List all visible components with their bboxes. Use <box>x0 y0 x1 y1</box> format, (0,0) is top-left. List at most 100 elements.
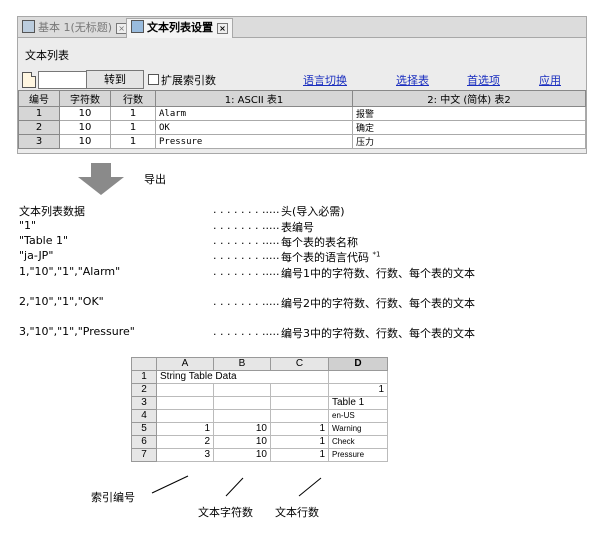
sheet-row: 6 2 10 1 Check <box>131 435 388 449</box>
spreadsheet: A B C D 1 String Table Data 2 1 3 Table … <box>131 357 388 462</box>
sheet-row: 4 en-US <box>131 409 388 423</box>
char-count-cell[interactable]: 10 <box>59 134 111 149</box>
cell-c2[interactable] <box>270 383 329 397</box>
column-header-d[interactable]: D <box>328 357 388 371</box>
cell-b3[interactable] <box>213 396 271 410</box>
line-count-cell[interactable]: 1 <box>110 134 156 149</box>
cell-d2[interactable]: 1 <box>328 383 388 397</box>
table2-text-cell[interactable]: 压力 <box>352 134 586 149</box>
cell-b7[interactable]: 10 <box>213 448 271 462</box>
corner-cell[interactable] <box>131 357 157 371</box>
cell-b4[interactable] <box>213 409 271 423</box>
export-line-dots: . . . . . . . ..... <box>213 219 280 232</box>
export-line-dots: . . . . . . . ..... <box>213 265 280 278</box>
sheet-header-row: A B C D <box>131 357 388 371</box>
table1-text-cell[interactable]: Pressure <box>155 134 353 149</box>
export-line-desc: 编号1中的字符数、行数、每个表的文本 <box>281 267 475 280</box>
table2-text-cell[interactable]: 确定 <box>352 120 586 135</box>
cell-d5[interactable]: Warning <box>328 422 388 436</box>
cell-c7[interactable]: 1 <box>270 448 329 462</box>
row-number[interactable]: 1 <box>18 106 60 121</box>
column-header-number[interactable]: 编号 <box>18 90 60 107</box>
column-header-a[interactable]: A <box>156 357 214 371</box>
cell-a2[interactable] <box>156 383 214 397</box>
cell-a6[interactable]: 2 <box>156 435 214 449</box>
footnote-marker: *1 <box>372 250 381 259</box>
row-header[interactable]: 2 <box>131 383 157 397</box>
preferences-link[interactable]: 首选项 <box>467 72 500 88</box>
column-header-char-count[interactable]: 字符数 <box>59 90 111 107</box>
sheet-row: 2 1 <box>131 383 388 397</box>
row-header[interactable]: 7 <box>131 448 157 462</box>
char-count-cell[interactable]: 10 <box>59 120 111 135</box>
export-line-desc: 表编号 <box>281 221 314 234</box>
table2-text-cell[interactable]: 报警 <box>352 106 586 121</box>
apply-link[interactable]: 应用 <box>539 72 561 88</box>
export-line-text: "1" <box>19 219 37 232</box>
export-line-text: 3,"10","1","Pressure" <box>19 325 135 338</box>
column-header-b[interactable]: B <box>213 357 271 371</box>
export-line-desc: 头(导入必需) <box>281 205 345 218</box>
cell-d7[interactable]: Pressure <box>328 448 388 462</box>
grid-header-row: 编号 字符数 行数 1: ASCII 表1 2: 中文 (简体) 表2 <box>18 90 586 107</box>
cell-b6[interactable]: 10 <box>213 435 271 449</box>
row-header[interactable]: 3 <box>131 396 157 410</box>
export-line-dots: . . . . . . . ..... <box>213 234 280 247</box>
goto-button[interactable]: 转到 <box>86 70 144 89</box>
export-line-dots: . . . . . . . ..... <box>213 249 280 262</box>
column-header-table1[interactable]: 1: ASCII 表1 <box>155 90 353 107</box>
close-icon[interactable]: × <box>217 23 228 34</box>
line-count-cell[interactable]: 1 <box>110 106 156 121</box>
select-table-link[interactable]: 选择表 <box>396 72 429 88</box>
index-number-annotation: 索引编号 <box>91 491 135 504</box>
cell-a5[interactable]: 1 <box>156 422 214 436</box>
tab-text-list-settings[interactable]: 文本列表设置 × <box>126 18 233 38</box>
cell-d3[interactable]: Table 1 <box>328 396 388 410</box>
document-icon[interactable] <box>22 72 36 88</box>
tab-basic-1[interactable]: 基本 1(无标题) × <box>22 19 128 36</box>
export-line-text: 2,"10","1","OK" <box>19 295 104 308</box>
tab-bar: 基本 1(无标题) × 文本列表设置 × <box>18 17 586 38</box>
export-line-desc-text: 每个表的语言代码 <box>281 251 369 264</box>
export-line-text: "Table 1" <box>19 234 69 247</box>
cell-c5[interactable]: 1 <box>270 422 329 436</box>
expand-index-checkbox[interactable] <box>148 74 159 85</box>
row-header[interactable]: 4 <box>131 409 157 423</box>
cell-c4[interactable] <box>270 409 329 423</box>
cell-d4[interactable]: en-US <box>328 409 388 423</box>
line-count-annotation: 文本行数 <box>275 506 319 519</box>
export-line-desc: 编号2中的字符数、行数、每个表的文本 <box>281 297 475 310</box>
table1-text-cell[interactable]: Alarm <box>155 106 353 121</box>
cell-a1[interactable]: String Table Data <box>156 370 329 384</box>
row-number[interactable]: 2 <box>18 120 60 135</box>
line-count-cell[interactable]: 1 <box>110 120 156 135</box>
table-row[interactable]: 1 10 1 Alarm 报警 <box>18 106 586 121</box>
row-header[interactable]: 1 <box>131 370 157 384</box>
cell-d6[interactable]: Check <box>328 435 388 449</box>
row-number[interactable]: 3 <box>18 134 60 149</box>
cell-c3[interactable] <box>270 396 329 410</box>
cell-b5[interactable]: 10 <box>213 422 271 436</box>
screen-icon <box>22 20 35 33</box>
char-count-callout-line <box>225 477 244 497</box>
cell-a4[interactable] <box>156 409 214 423</box>
column-header-line-count[interactable]: 行数 <box>110 90 156 107</box>
cell-d1[interactable] <box>328 370 388 384</box>
cell-a7[interactable]: 3 <box>156 448 214 462</box>
language-switch-link[interactable]: 语言切换 <box>303 72 347 88</box>
cell-b2[interactable] <box>213 383 271 397</box>
table-row[interactable]: 2 10 1 OK 确定 <box>18 120 586 135</box>
export-line-dots: . . . . . . . ..... <box>213 325 280 338</box>
export-line-text: 文本列表数据 <box>19 205 85 218</box>
cell-a3[interactable] <box>156 396 214 410</box>
column-header-table2[interactable]: 2: 中文 (简体) 表2 <box>352 90 586 107</box>
table1-text-cell[interactable]: OK <box>155 120 353 135</box>
cell-c6[interactable]: 1 <box>270 435 329 449</box>
row-header[interactable]: 5 <box>131 422 157 436</box>
row-header[interactable]: 6 <box>131 435 157 449</box>
goto-input[interactable] <box>38 71 90 89</box>
char-count-cell[interactable]: 10 <box>59 106 111 121</box>
export-line-text: 1,"10","1","Alarm" <box>19 265 121 278</box>
table-row[interactable]: 3 10 1 Pressure 压力 <box>18 134 586 149</box>
column-header-c[interactable]: C <box>270 357 329 371</box>
